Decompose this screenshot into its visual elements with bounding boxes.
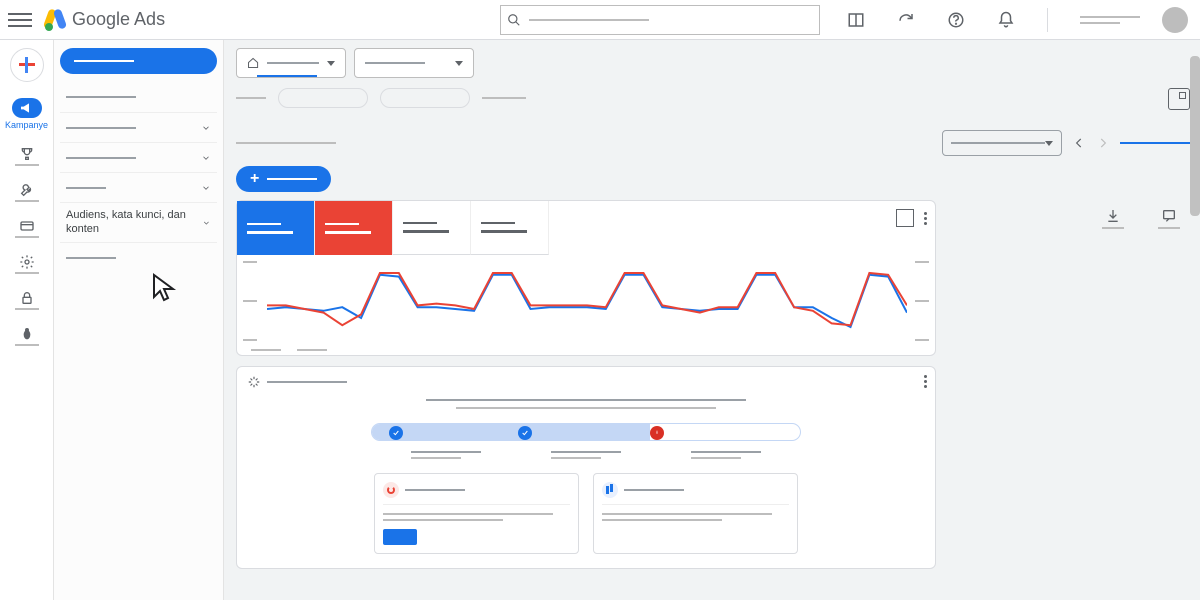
wrench-icon [19,182,35,198]
download-button[interactable] [1102,208,1124,229]
help-icon[interactable] [947,11,965,29]
feedback-button[interactable] [1158,208,1180,229]
date-range-dropdown[interactable] [942,130,1062,156]
google-ads-logo-icon [44,9,66,31]
nav-item-audiens[interactable]: Audiens, kata kunci, dan konten [60,202,217,242]
metric-tab-4[interactable] [471,201,549,255]
metrics-chart-card [236,200,936,356]
avatar[interactable] [1162,7,1188,33]
nav-item-3[interactable] [60,142,217,172]
filter-chip-row [236,88,1190,108]
account-name-placeholder [1080,16,1140,18]
nav-label-audiens: Audiens, kata kunci, dan konten [66,209,202,235]
nav-item-4[interactable] [60,172,217,202]
progress-marker-3 [650,426,664,440]
hamburger-menu-icon[interactable] [8,8,32,32]
recommendation-icon-2 [602,482,618,498]
chart-menu-icon[interactable] [924,212,927,225]
rail-item-debug[interactable] [15,326,39,346]
scrollbar-thumb[interactable] [1190,56,1200,216]
rail-item-tools[interactable] [15,182,39,202]
nav-item-1[interactable] [60,82,217,112]
metric-tab-1[interactable] [237,201,315,255]
y-axis-right [915,261,929,341]
optimization-progress [371,423,801,441]
progress-marker-2 [518,426,532,440]
chevron-left-icon[interactable] [1072,136,1086,150]
recommendation-cta-1[interactable] [383,529,417,545]
compare-link[interactable] [1120,142,1190,144]
chevron-right-icon[interactable] [1096,136,1110,150]
progress-marker-1 [389,426,403,440]
account-scope-dropdown[interactable] [236,48,346,78]
recommendations-card [236,366,936,569]
search-icon [507,13,521,27]
line-chart [267,255,907,345]
y-axis-left [243,261,257,341]
new-button[interactable]: + [236,166,331,192]
gear-icon [19,254,35,270]
filter-chip-1[interactable] [278,88,368,108]
recommendation-icon-1 [383,482,399,498]
progress-label-2 [551,451,621,459]
rail-item-admin[interactable] [15,254,39,274]
header-divider [1047,8,1048,32]
chevron-down-icon [201,183,211,193]
download-icon [1105,208,1121,224]
rail-item-goals[interactable] [15,146,39,166]
recommendations-subtitle [456,407,716,409]
account-id-placeholder [1080,22,1120,24]
rail-item-kampanye[interactable]: Kampanye [5,98,48,130]
product-name-rest: Ads [130,9,165,29]
mouse-cursor-icon [150,272,182,304]
recommendations-title [426,399,746,401]
notifications-icon[interactable] [997,11,1015,29]
create-button[interactable] [10,48,44,82]
home-icon [247,56,259,70]
filter-chip-2[interactable] [380,88,470,108]
rail-label-kampanye: Kampanye [5,120,48,130]
plus-icon [19,57,35,73]
campaign-scope-dropdown[interactable] [354,48,474,78]
nav-item-2[interactable] [60,112,217,142]
expand-chart-icon[interactable] [896,209,914,227]
metric-tab-3[interactable] [393,201,471,255]
nav-primary-item[interactable] [60,48,217,74]
card-icon [19,218,35,234]
recommendation-box-1[interactable] [374,473,579,554]
progress-label-1 [411,451,481,459]
product-name: Google Ads [72,9,165,30]
rail-item-billing[interactable] [15,218,39,238]
chevron-down-icon [202,218,211,228]
product-name-bold: Google [72,9,130,29]
left-rail: Kampanye [0,40,54,600]
progress-label-3 [691,451,761,459]
workspace-switch-icon[interactable] [847,11,865,29]
chevron-down-icon [201,123,211,133]
page-title [236,142,336,144]
save-view-icon[interactable] [1168,88,1190,110]
nav-item-6[interactable] [60,242,217,272]
recommendation-box-2[interactable] [593,473,798,554]
recommendations-menu-icon[interactable] [924,375,927,388]
metric-tab-2[interactable] [315,201,393,255]
megaphone-icon [19,100,35,116]
bug-icon [19,326,35,342]
rail-item-security[interactable] [15,290,39,310]
feedback-icon [1161,208,1177,224]
chart-legend [251,349,327,351]
trophy-icon [19,146,35,162]
chevron-down-icon [201,153,211,163]
secondary-nav: Audiens, kata kunci, dan konten [54,40,224,600]
lock-icon [19,290,35,306]
sparkle-icon [247,375,261,389]
search-input[interactable] [500,5,820,35]
refresh-icon[interactable] [897,11,915,29]
